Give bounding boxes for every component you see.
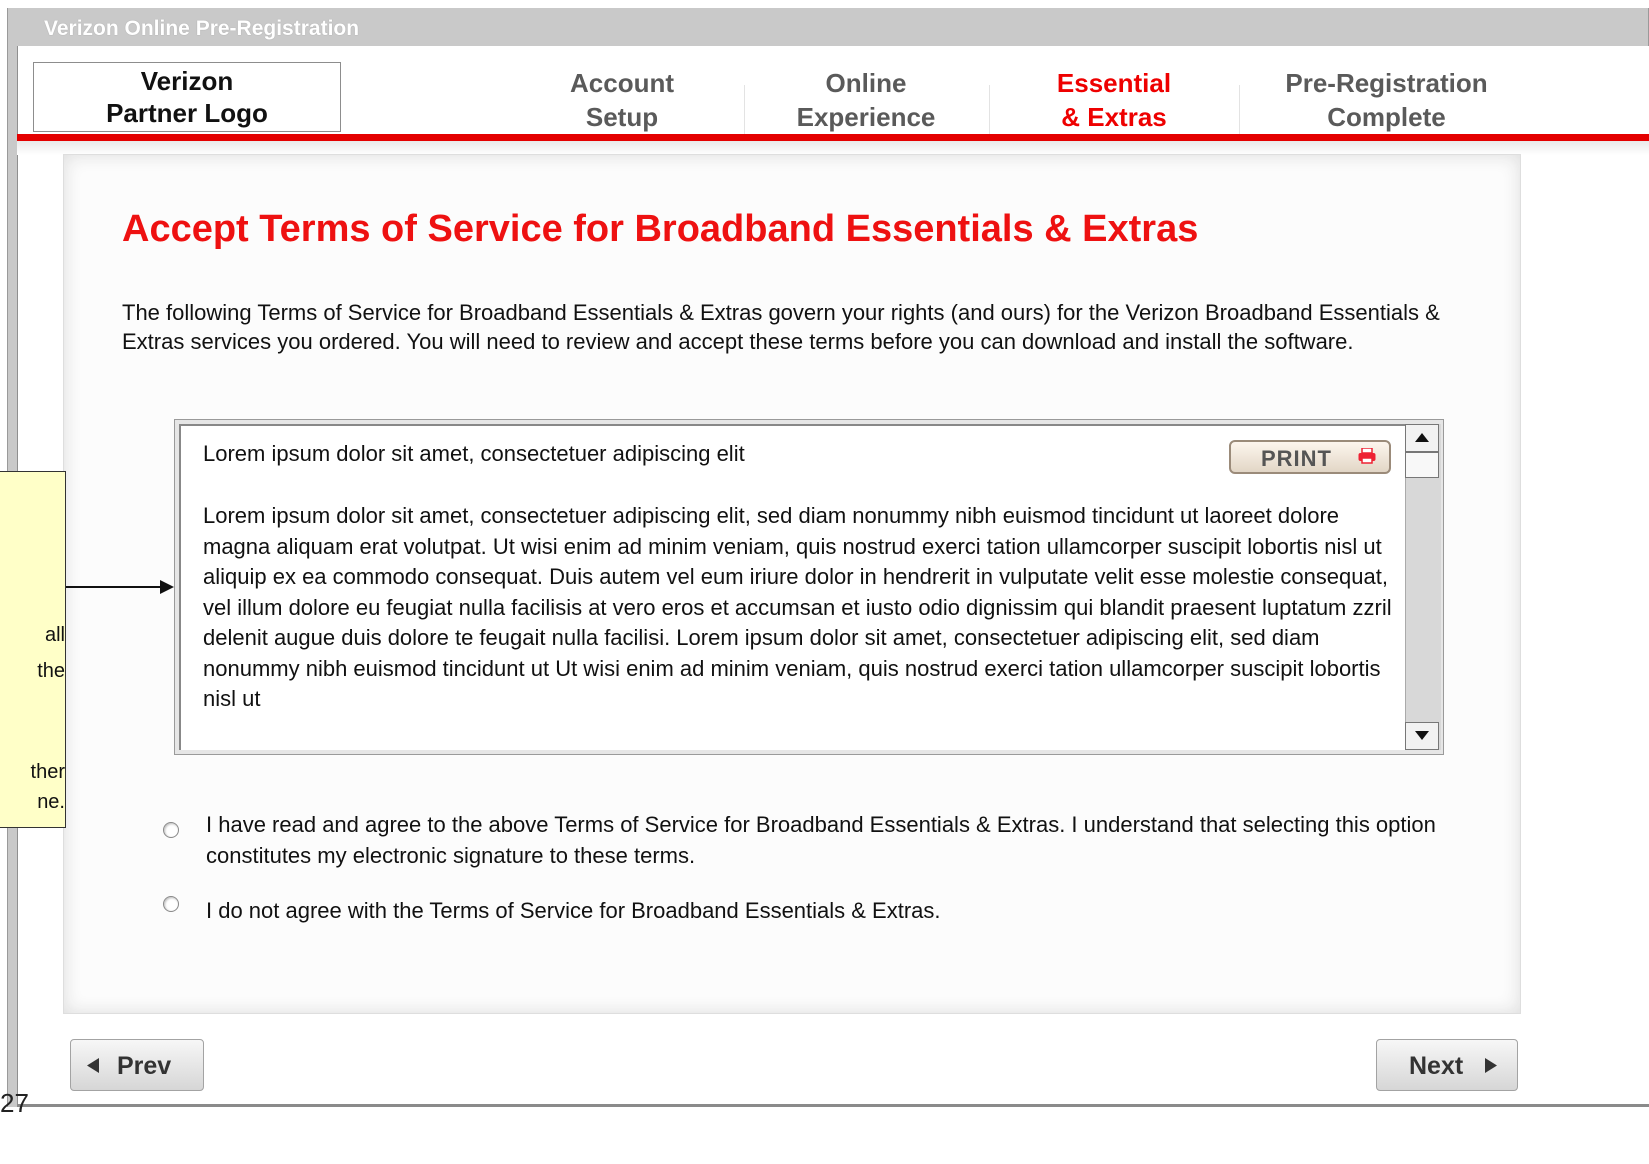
page-title: Accept Terms of Service for Broadband Es…	[122, 208, 1199, 250]
annotation-callout: all the ther ne.	[0, 471, 66, 828]
prev-button-label: Prev	[117, 1052, 172, 1080]
callout-arrow-head	[160, 580, 174, 594]
tab-label-line-1: Online	[825, 68, 907, 98]
callout-fragment: all	[44, 624, 65, 646]
disagree-radio[interactable]	[163, 896, 179, 912]
window-title: Verizon Online Pre-Registration	[44, 17, 360, 40]
print-button[interactable]: PRINT	[1229, 440, 1391, 474]
page-number: 27	[0, 1090, 29, 1112]
tab-label-line-1: Essential	[1056, 68, 1172, 98]
tab-pre-registration-complete[interactable]: Pre-Registration Complete	[1239, 66, 1534, 138]
scroll-up-button[interactable]	[1405, 424, 1439, 452]
terms-body: Lorem ipsum dolor sit amet, consectetuer…	[203, 503, 1392, 711]
tab-essential-extras[interactable]: Essential & Extras	[989, 66, 1239, 138]
tab-label-line-2: Setup	[585, 102, 659, 132]
triangle-right-icon	[1485, 1058, 1497, 1073]
page-margin	[0, 1107, 1649, 1164]
callout-fragment: ne.	[37, 791, 65, 813]
header-red-bar	[17, 134, 1649, 141]
tab-label-line-1: Pre-Registration	[1285, 68, 1488, 98]
agree-radio[interactable]	[163, 822, 179, 838]
title-bar: Verizon Online Pre-Registration	[8, 8, 1648, 45]
intro-paragraph: The following Terms of Service for Broad…	[122, 300, 1440, 354]
next-button[interactable]: Next	[1376, 1039, 1518, 1091]
triangle-left-icon	[87, 1058, 99, 1073]
callout-fragment: the	[37, 660, 65, 682]
callout-fragment: ther	[30, 761, 65, 783]
agree-option-label[interactable]: I have read and agree to the above Terms…	[206, 809, 1446, 871]
tab-online-experience[interactable]: Online Experience	[744, 66, 988, 138]
terms-heading: Lorem ipsum dolor sit amet, consectetuer…	[203, 441, 745, 466]
tab-label-line-2: & Extras	[1061, 102, 1167, 132]
scroll-thumb[interactable]	[1405, 452, 1439, 478]
tab-label-line-1: Account	[570, 68, 674, 98]
arrow-up-icon	[1415, 433, 1429, 442]
disagree-option-label[interactable]: I do not agree with the Terms of Service…	[206, 895, 941, 926]
logo-line-1: Verizon	[140, 66, 234, 96]
tab-label-line-2: Complete	[1327, 102, 1446, 132]
print-button-label: PRINT	[1261, 446, 1332, 471]
arrow-down-icon	[1415, 731, 1429, 740]
tab-label-line-2: Experience	[796, 102, 936, 132]
tab-account-setup[interactable]: Account Setup	[500, 66, 744, 138]
printer-icon	[1358, 448, 1376, 464]
partner-logo: Verizon Partner Logo	[33, 62, 341, 132]
scroll-down-button[interactable]	[1405, 722, 1439, 750]
logo-line-2: Partner Logo	[106, 98, 268, 128]
header-shadow	[17, 141, 1649, 155]
prev-button[interactable]: Prev	[70, 1039, 204, 1091]
next-button-label: Next	[1409, 1052, 1464, 1080]
callout-arrow-line	[66, 586, 166, 588]
